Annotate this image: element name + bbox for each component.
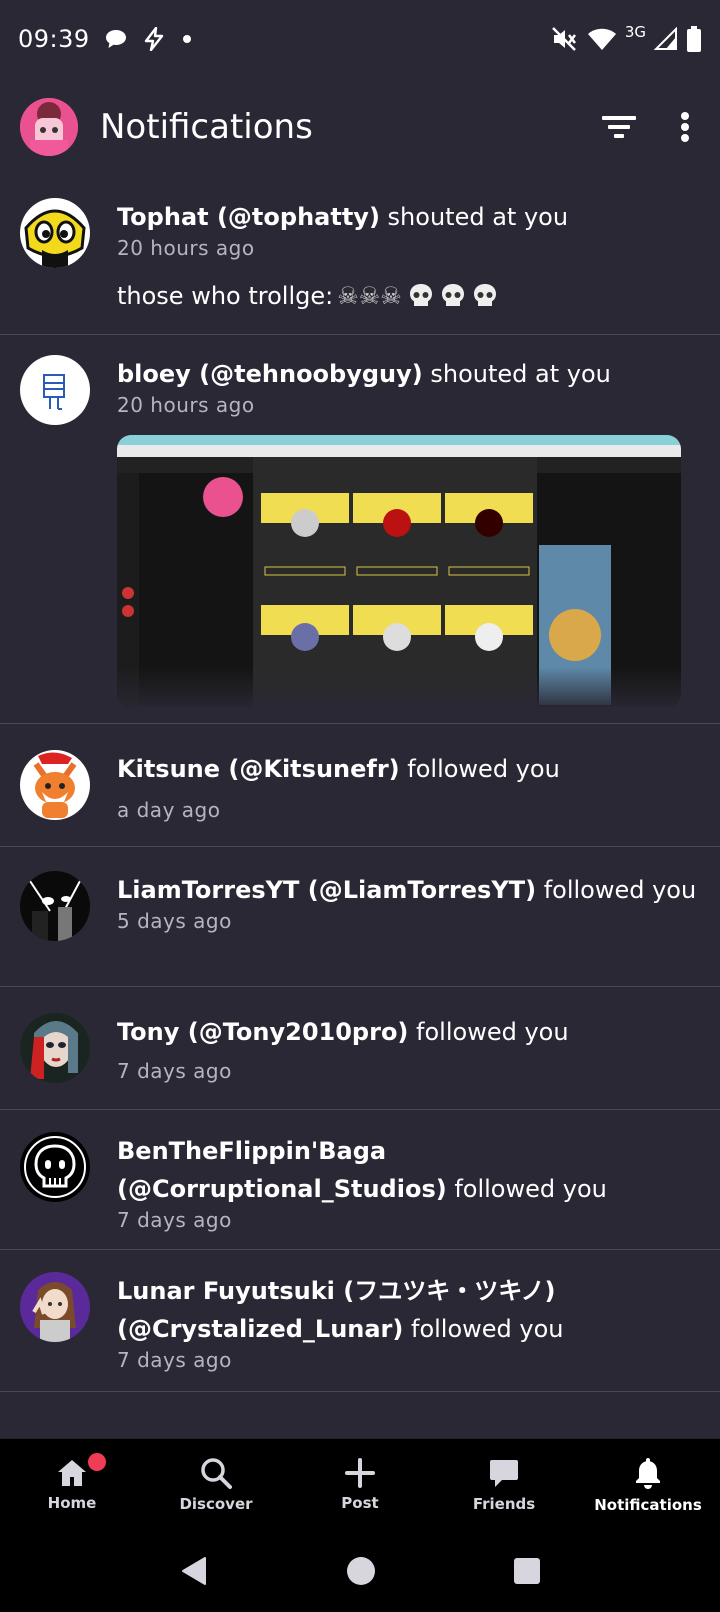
shout-image[interactable] <box>117 435 681 707</box>
page-title: Notifications <box>100 107 313 147</box>
notification-item[interactable]: Lunar Fuyutsuki (フユツキ・ツキノ) (@Crystalized… <box>0 1250 720 1392</box>
message-text: those who trollge: <box>117 282 334 310</box>
avatar-tony[interactable] <box>20 1013 90 1083</box>
avatar-tophat[interactable] <box>20 198 90 268</box>
back-icon[interactable] <box>179 1555 209 1587</box>
notif-action: shouted at you <box>422 360 611 388</box>
notif-time: 5 days ago <box>117 909 232 933</box>
notif-user[interactable]: Kitsune (@Kitsunefr) <box>117 755 400 783</box>
avatar-lunar[interactable] <box>20 1272 90 1342</box>
search-icon <box>201 1457 232 1489</box>
network-type: 3G <box>624 23 646 41</box>
system-nav-bar <box>0 1530 720 1612</box>
notif-action: shouted at you <box>379 203 569 231</box>
filter-icon[interactable] <box>602 114 636 140</box>
notif-action: followed you <box>399 755 560 783</box>
nav-label: Discover <box>179 1494 253 1513</box>
chat-icon <box>490 1459 518 1487</box>
notif-user[interactable]: LiamTorresYT (@LiamTorresYT) <box>117 876 536 904</box>
plus-icon <box>345 1457 375 1488</box>
nav-label: Friends <box>472 1494 536 1513</box>
notification-item[interactable]: Tophat (@tophatty) shouted at you 20 hou… <box>0 178 720 335</box>
nav-label: Notifications <box>594 1495 702 1514</box>
notif-action: followed you <box>408 1018 569 1046</box>
notif-user[interactable]: bloey (@tehnoobyguy) <box>117 360 423 388</box>
status-time: 09:39 <box>18 25 90 53</box>
skull-crossbones-icon: ☠☠☠ <box>337 282 402 310</box>
notif-user[interactable]: BenTheFlippin'Baga (@Corruptional_Studio… <box>117 1137 447 1203</box>
notif-action: followed you <box>403 1315 564 1343</box>
chat-bubble-icon <box>105 30 126 48</box>
avatar-kitsune[interactable] <box>20 750 90 820</box>
nav-post[interactable]: Post <box>288 1439 432 1530</box>
recents-icon[interactable] <box>513 1557 541 1585</box>
notif-message: those who trollge: ☠☠☠ <box>117 282 700 310</box>
bell-icon <box>636 1457 660 1489</box>
more-vert-icon[interactable] <box>680 112 690 142</box>
user-avatar[interactable] <box>20 98 78 156</box>
notif-user[interactable]: Tophat (@tophatty) <box>117 203 380 231</box>
notification-item[interactable]: bloey (@tehnoobyguy) shouted at you 20 h… <box>0 335 720 724</box>
nav-discover[interactable]: Discover <box>144 1439 288 1530</box>
notification-item[interactable]: BenTheFlippin'Baga (@Corruptional_Studio… <box>0 1110 720 1250</box>
notif-time: 20 hours ago <box>117 393 255 417</box>
notification-item[interactable]: LiamTorresYT (@LiamTorresYT) followed yo… <box>0 847 720 987</box>
notif-time: 7 days ago <box>117 1348 232 1372</box>
battery-icon <box>687 26 701 52</box>
bottom-nav: Home Discover Post Friends Notifications <box>0 1438 720 1530</box>
notification-item[interactable]: Tony (@Tony2010pro) followed you 7 days … <box>0 987 720 1110</box>
notif-action: followed you <box>536 876 697 904</box>
notif-time: 7 days ago <box>117 1059 232 1083</box>
notif-action: followed you <box>446 1175 607 1203</box>
notif-user[interactable]: Tony (@Tony2010pro) <box>117 1018 408 1046</box>
skull-icon <box>408 283 498 309</box>
home-icon <box>58 1459 86 1486</box>
nav-label: Home <box>47 1493 97 1512</box>
notification-badge <box>88 1453 106 1471</box>
app-header: Notifications <box>0 94 720 160</box>
avatar-liamtorres[interactable] <box>20 871 90 941</box>
mute-icon <box>551 27 576 51</box>
signal-icon <box>654 27 677 50</box>
lightning-icon <box>144 27 163 51</box>
nav-home[interactable]: Home <box>0 1439 144 1530</box>
avatar-corruptional[interactable] <box>20 1132 90 1202</box>
nav-label: Post <box>341 1493 379 1512</box>
wifi-icon <box>587 28 616 50</box>
notif-time: a day ago <box>117 798 221 822</box>
status-bar: 09:39 3G <box>0 0 720 78</box>
avatar-bloey[interactable] <box>20 355 90 425</box>
nav-notifications[interactable]: Notifications <box>576 1439 720 1530</box>
notification-item[interactable]: Kitsune (@Kitsunefr) followed you a day … <box>0 724 720 847</box>
home-circle-icon[interactable] <box>346 1556 376 1586</box>
notification-list: Tophat (@tophatty) shouted at you 20 hou… <box>0 178 720 1392</box>
notif-time: 7 days ago <box>117 1208 232 1232</box>
notif-time: 20 hours ago <box>117 236 255 260</box>
dot-icon <box>182 35 191 43</box>
nav-friends[interactable]: Friends <box>432 1439 576 1530</box>
